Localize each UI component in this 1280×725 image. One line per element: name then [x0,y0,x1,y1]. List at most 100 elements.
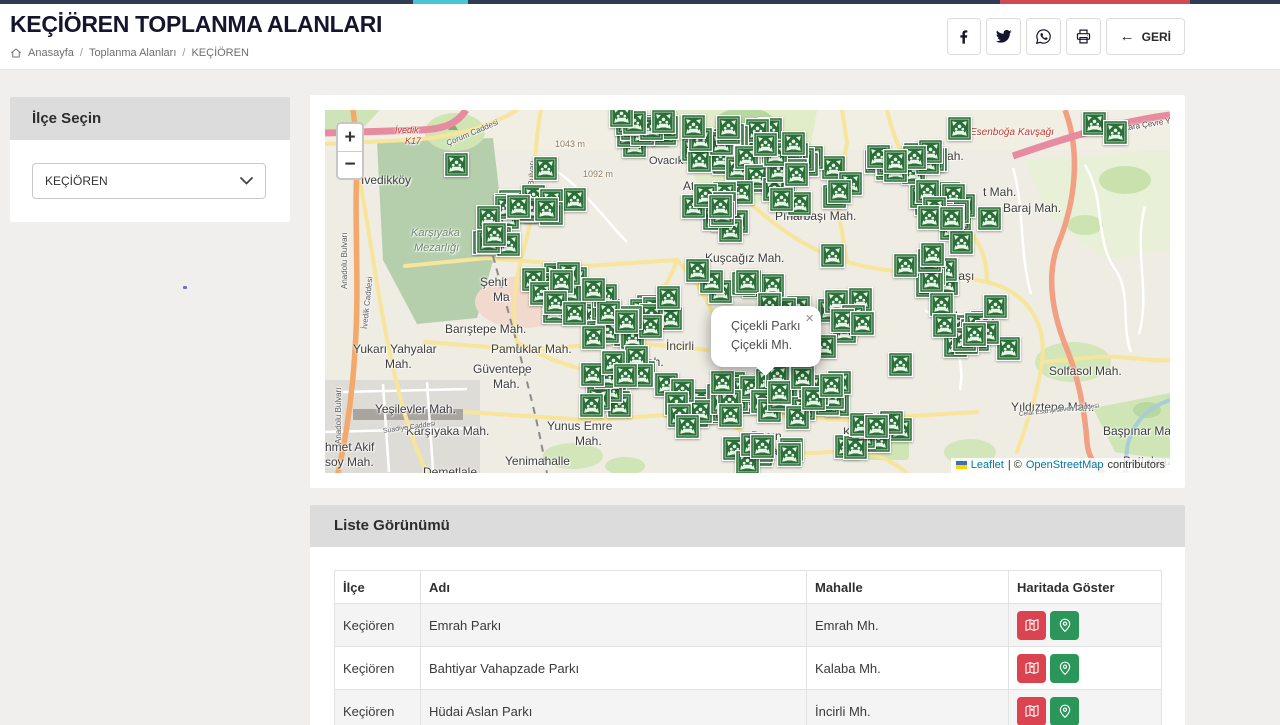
district-panel-body: KEÇİÖREN [10,140,290,222]
top-accent-segment [1190,0,1280,4]
assembly-area-marker[interactable] [893,253,918,278]
column-header: Mahalle [807,571,1009,604]
show-on-map-button[interactable] [1017,611,1046,640]
assembly-area-marker[interactable] [920,242,945,267]
zoom-out-button[interactable]: − [338,151,362,178]
breadcrumb-section-link[interactable]: Toplanma Alanları [89,47,176,59]
printer-icon [1075,28,1092,45]
chevron-down-icon [240,177,253,185]
cell-adi: Bahtiyar Vahapzade Parkı [421,647,807,690]
assembly-area-marker[interactable] [710,370,735,395]
assembly-area-marker[interactable] [735,269,760,294]
assembly-area-marker[interactable] [888,352,913,377]
attribution-separator: | © [1008,459,1022,471]
assembly-area-marker[interactable] [753,132,778,157]
facebook-share-button[interactable] [947,18,981,55]
assembly-area-marker[interactable] [939,206,964,231]
assembly-areas-table: İlçeAdıMahalleHaritada Göster KeçiörenEm… [334,570,1162,725]
whatsapp-share-button[interactable] [1026,18,1061,55]
assembly-area-marker[interactable] [716,115,741,140]
cell-ilce: Keçiören [335,647,421,690]
map[interactable]: İvedikK17İvedikköyKarşıyakaMezarlığı1043… [325,110,1170,473]
assembly-area-marker[interactable] [777,442,802,467]
assembly-area-marker[interactable] [820,243,845,268]
assembly-area-marker[interactable] [708,194,733,219]
zoom-in-button[interactable]: + [338,124,362,151]
assembly-area-marker[interactable] [651,110,676,134]
back-button[interactable]: ← GERİ [1106,18,1185,55]
assembly-area-marker[interactable] [444,152,469,177]
assembly-area-marker[interactable] [781,131,806,156]
assembly-area-marker[interactable] [850,311,875,336]
assembly-area-marker[interactable] [681,114,706,139]
assembly-area-marker[interactable] [718,403,743,428]
assembly-area-marker[interactable] [983,294,1008,319]
breadcrumb-home-link[interactable]: Anasayfa [28,47,74,59]
page-header: KEÇİÖREN TOPLANMA ALANLARI Anasayfa / To… [0,4,1280,70]
cell-ilce: Keçiören [335,690,421,725]
assembly-area-marker[interactable] [534,197,559,222]
assembly-area-marker[interactable] [685,258,710,283]
assembly-area-marker[interactable] [883,149,908,174]
district-panel: İlçe Seçin KEÇİÖREN [10,97,290,222]
show-on-map-button[interactable] [1017,697,1046,725]
popup-close-button[interactable]: × [805,311,814,326]
twitter-share-button[interactable] [986,18,1021,55]
district-panel-title: İlçe Seçin [10,97,290,140]
assembly-area-marker[interactable] [562,187,587,212]
assembly-area-marker[interactable] [562,301,587,326]
show-location-button[interactable] [1050,611,1079,640]
assembly-area-marker[interactable] [767,380,792,405]
openstreetmap-link[interactable]: OpenStreetMap [1026,459,1104,471]
assembly-area-marker[interactable] [581,325,606,350]
column-header: Haritada Göster [1009,571,1162,604]
map-popup: Çiçekli Parkı Çiçekli Mh. × [711,306,821,367]
cell-mahalle: İncirli Mh. [807,690,1009,725]
show-location-button[interactable] [1050,654,1079,683]
assembly-area-marker[interactable] [482,222,507,247]
leaflet-link[interactable]: Leaflet [971,459,1004,471]
map-card: İvedikK17İvedikköyKarşıyakaMezarlığı1043… [310,95,1185,488]
popup-park-name: Çiçekli Parkı [731,317,813,336]
assembly-area-marker[interactable] [614,309,639,334]
assembly-area-marker[interactable] [977,206,1002,231]
assembly-area-marker[interactable] [819,373,844,398]
assembly-area-marker[interactable] [750,434,775,459]
twitter-icon [995,28,1012,45]
ukraine-flag-icon [956,461,967,469]
top-accent-segment [1000,0,1191,4]
assembly-area-marker[interactable] [827,179,852,204]
assembly-area-marker[interactable] [506,194,531,219]
assembly-area-marker[interactable] [613,363,638,388]
list-card: İlçeAdıMahalleHaritada Göster KeçiörenEm… [310,547,1185,725]
breadcrumb-current: KEÇİÖREN [191,47,248,59]
column-header: Adı [421,571,807,604]
assembly-area-marker[interactable] [864,414,889,439]
assembly-area-marker[interactable] [769,187,794,212]
assembly-area-marker[interactable] [533,156,558,181]
district-select[interactable]: KEÇİÖREN [32,163,266,199]
assembly-area-marker[interactable] [1103,120,1128,145]
show-on-map-button[interactable] [1017,654,1046,683]
attribution-suffix: contributors [1108,459,1165,471]
assembly-area-marker[interactable] [947,116,972,141]
assembly-area-marker[interactable] [656,285,681,310]
top-accent-bar [0,0,1280,4]
print-button[interactable] [1066,18,1101,55]
assembly-area-marker[interactable] [579,393,604,418]
popup-neighborhood: Çiçekli Mh. [731,336,813,355]
whatsapp-icon [1035,28,1052,45]
assembly-area-marker[interactable] [675,414,700,439]
assembly-area-marker[interactable] [581,277,606,302]
assembly-area-marker[interactable] [784,162,809,187]
assembly-area-marker[interactable] [609,110,634,128]
cell-mahalle: Emrah Mh. [807,604,1009,647]
breadcrumb-separator: / [182,47,185,59]
show-location-button[interactable] [1050,697,1079,725]
assembly-area-marker[interactable] [932,313,957,338]
back-arrow-icon: ← [1120,29,1135,44]
top-accent-segment [468,0,999,4]
assembly-area-marker[interactable] [962,322,987,347]
assembly-area-marker[interactable] [949,230,974,255]
page-title: KEÇİÖREN TOPLANMA ALANLARI [10,11,382,38]
